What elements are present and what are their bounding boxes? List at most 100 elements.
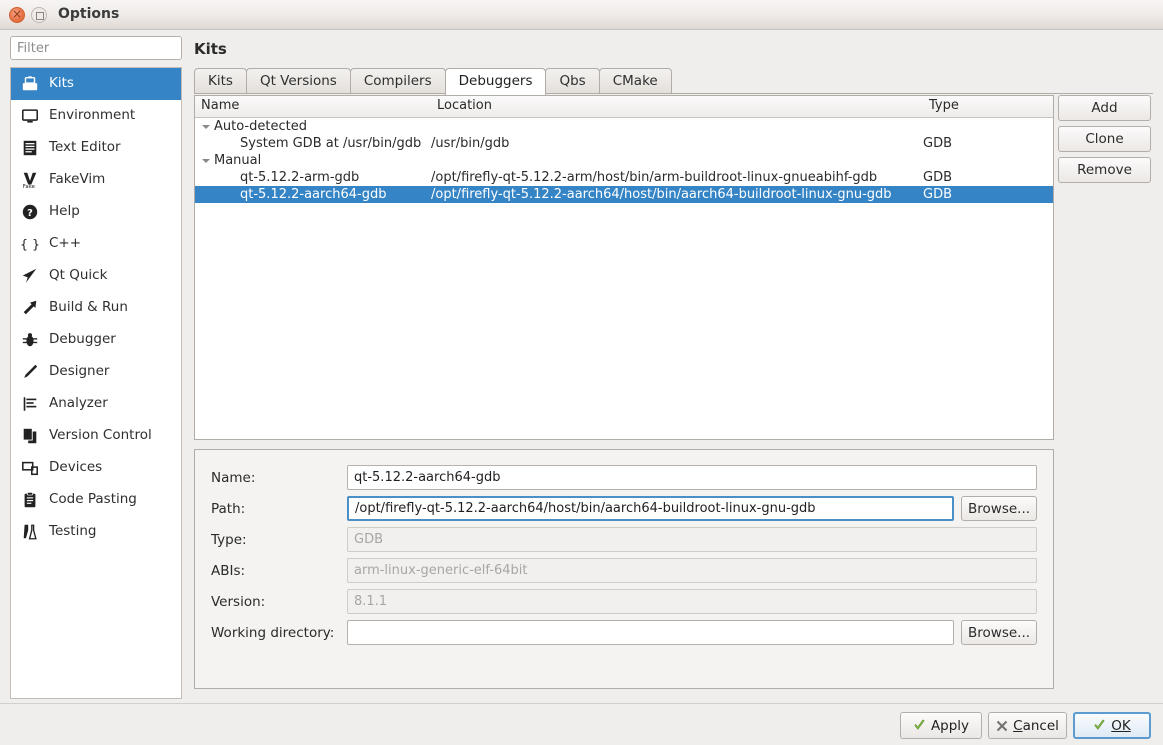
type-label: Type:	[211, 532, 347, 548]
form-row-path: Path: Browse...	[211, 493, 1037, 524]
tab-qbs[interactable]: Qbs	[545, 68, 599, 94]
check-icon	[1093, 719, 1106, 732]
monitor-icon	[21, 107, 39, 125]
cell-type: GDB	[923, 170, 1053, 185]
sidebar-item-label: Devices	[49, 461, 102, 475]
cell-name-text: System GDB at /usr/bin/gdb	[240, 136, 421, 151]
tree-header: Name Location Type	[195, 96, 1053, 118]
sidebar: Kits Environment Text Editor FakeFakeVim?He…	[10, 36, 182, 699]
sidebar-item-label: Kits	[49, 77, 74, 91]
working-directory-label: Working directory:	[211, 625, 347, 641]
table-row[interactable]: Manual	[195, 152, 1053, 169]
sidebar-item-analyzer[interactable]: Analyzer	[11, 388, 181, 420]
maximize-icon[interactable]	[31, 7, 47, 23]
sidebar-item-kits[interactable]: Kits	[11, 68, 181, 100]
apply-button-label: Apply	[931, 718, 969, 734]
document-lines-icon	[21, 139, 39, 157]
debugger-detail-form: Name: Path: Browse... Type: ABIs: Versio…	[194, 449, 1054, 689]
path-input[interactable]	[347, 496, 954, 521]
cell-name: qt-5.12.2-arm-gdb	[195, 170, 431, 185]
pencil-icon	[21, 363, 39, 381]
form-row-type: Type:	[211, 524, 1037, 555]
cancel-button-label: Cancel	[1013, 718, 1059, 734]
sidebar-item-devices[interactable]: Devices	[11, 452, 181, 484]
add-button[interactable]: Add	[1058, 95, 1151, 121]
chevron-down-icon[interactable]	[201, 155, 212, 166]
name-label: Name:	[211, 470, 347, 486]
sidebar-item-qt-quick[interactable]: Qt Quick	[11, 260, 181, 292]
sidebar-item-help[interactable]: ?Help	[11, 196, 181, 228]
sidebar-item-environment[interactable]: Environment	[11, 100, 181, 132]
tab-baseline	[194, 93, 1153, 94]
sidebar-item-code-pasting[interactable]: Code Pasting	[11, 484, 181, 516]
sidebar-item-fakevim[interactable]: FakeFakeVim	[11, 164, 181, 196]
sidebar-item-label: Testing	[49, 525, 96, 539]
sidebar-item-label: Help	[49, 205, 80, 219]
bug-icon	[21, 331, 39, 349]
clone-button[interactable]: Clone	[1058, 126, 1151, 152]
table-row[interactable]: Auto-detected	[195, 118, 1053, 135]
braces-icon: { }	[21, 235, 39, 253]
table-row[interactable]: qt-5.12.2-aarch64-gdb/opt/firefly-qt-5.1…	[195, 186, 1053, 203]
remove-button[interactable]: Remove	[1058, 157, 1151, 183]
tab-debuggers[interactable]: Debuggers	[445, 68, 547, 95]
tree-action-buttons: Add Clone Remove	[1058, 95, 1153, 188]
tab-kits[interactable]: Kits	[194, 68, 247, 94]
tree-body[interactable]: Auto-detectedSystem GDB at /usr/bin/gdb/…	[195, 118, 1053, 203]
tab-qt-versions[interactable]: Qt Versions	[246, 68, 351, 94]
window-title: Options	[58, 6, 119, 22]
version-input	[347, 589, 1037, 614]
sidebar-item-testing[interactable]: Testing	[11, 516, 181, 548]
column-header-name[interactable]: Name	[195, 96, 431, 117]
sidebar-item-version-control[interactable]: Version Control	[11, 420, 181, 452]
cell-name-text: qt-5.12.2-aarch64-gdb	[240, 187, 386, 202]
path-browse-button[interactable]: Browse...	[961, 496, 1037, 521]
form-row-version: Version:	[211, 586, 1037, 617]
chevron-down-icon[interactable]	[201, 121, 212, 132]
close-icon[interactable]	[9, 7, 25, 23]
table-row[interactable]: qt-5.12.2-arm-gdb/opt/firefly-qt-5.12.2-…	[195, 169, 1053, 186]
cancel-button[interactable]: Cancel	[988, 712, 1067, 739]
name-input[interactable]	[347, 465, 1037, 490]
sidebar-item-debugger[interactable]: Debugger	[11, 324, 181, 356]
debuggers-tree[interactable]: Name Location Type Auto-detectedSystem G…	[194, 95, 1054, 440]
sidebar-item-designer[interactable]: Designer	[11, 356, 181, 388]
svg-text:{ }: { }	[21, 237, 39, 252]
flask-icon	[21, 523, 39, 541]
sidebar-category-list[interactable]: Kits Environment Text Editor FakeFakeVim?He…	[10, 67, 182, 699]
page-title: Kits	[194, 40, 1153, 58]
sidebar-item-label: Text Editor	[49, 141, 121, 155]
column-header-type[interactable]: Type	[923, 96, 1053, 117]
cell-name: Auto-detected	[195, 119, 431, 134]
form-row-abis: ABIs:	[211, 555, 1037, 586]
sidebar-item-label: Version Control	[49, 429, 152, 443]
cell-name: Manual	[195, 153, 431, 168]
tab-bar[interactable]: KitsQt VersionsCompilersDebuggersQbsCMak…	[194, 68, 1153, 94]
column-header-location[interactable]: Location	[431, 96, 923, 117]
sidebar-item-label: C++	[49, 237, 81, 251]
cell-name: System GDB at /usr/bin/gdb	[195, 136, 431, 151]
cell-name: qt-5.12.2-aarch64-gdb	[195, 187, 431, 202]
sidebar-item-label: Environment	[49, 109, 135, 123]
svg-text:Fake: Fake	[23, 184, 36, 189]
ok-button[interactable]: OK	[1073, 712, 1151, 739]
sidebar-item-c[interactable]: { } C++	[11, 228, 181, 260]
type-input	[347, 527, 1037, 552]
tab-cmake[interactable]: CMake	[599, 68, 672, 94]
fakevim-icon: Fake	[21, 171, 39, 189]
sidebar-item-label: Build & Run	[49, 301, 128, 315]
working-directory-browse-button[interactable]: Browse...	[961, 620, 1037, 645]
sidebar-item-label: Designer	[49, 365, 109, 379]
cell-location: /opt/firefly-qt-5.12.2-arm/host/bin/arm-…	[431, 170, 923, 185]
working-directory-input[interactable]	[347, 620, 954, 645]
sidebar-item-build-run[interactable]: Build & Run	[11, 292, 181, 324]
cell-location: /usr/bin/gdb	[431, 136, 923, 151]
table-row[interactable]: System GDB at /usr/bin/gdb/usr/bin/gdbGD…	[195, 135, 1053, 152]
tab-compilers[interactable]: Compilers	[350, 68, 446, 94]
filter-input[interactable]	[10, 36, 182, 60]
sidebar-item-text-editor[interactable]: Text Editor	[11, 132, 181, 164]
form-row-working-directory: Working directory: Browse...	[211, 617, 1037, 648]
apply-button[interactable]: Apply	[900, 712, 982, 739]
abis-label: ABIs:	[211, 563, 347, 579]
check-icon	[913, 719, 926, 732]
